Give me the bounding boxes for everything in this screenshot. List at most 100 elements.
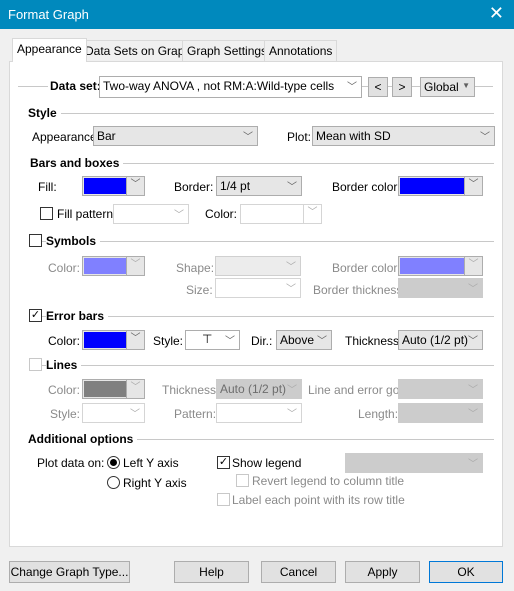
length-label: Length:: [358, 407, 399, 421]
border-thickness-label: Border thickness:: [313, 283, 406, 297]
line-error-select[interactable]: ﹀: [398, 379, 483, 399]
appearance-select[interactable]: Bar ﹀: [93, 126, 258, 146]
error-bars-header: Error bars: [46, 309, 109, 323]
border-label: Border:: [174, 180, 214, 194]
chevron-down-icon: ﹀: [468, 459, 478, 470]
appearance-panel: Data set: Two-way ANOVA , not RM:A:Wild-…: [9, 61, 503, 547]
dir-value: Above: [280, 333, 315, 347]
chevron-down-icon: ﹀: [130, 409, 140, 420]
caret-down-icon: ▼: [462, 81, 470, 90]
symbols-border-color-picker[interactable]: ﹀: [398, 256, 483, 276]
help-button[interactable]: Help: [174, 561, 249, 583]
tab-annotations[interactable]: Annotations: [264, 40, 338, 61]
fill-pattern-select[interactable]: ﹀: [113, 204, 189, 224]
lines-color-label: Color:: [48, 383, 81, 397]
scope-select[interactable]: Global ▼: [420, 77, 475, 97]
pattern-color-picker[interactable]: ﹀: [240, 204, 322, 224]
lines-header: Lines: [46, 358, 82, 372]
tab-graph-settings[interactable]: Graph Settings: [182, 40, 273, 61]
style-header: Style: [28, 106, 61, 120]
label-point-checkbox[interactable]: [217, 493, 230, 506]
shape-select[interactable]: ﹀: [215, 256, 301, 276]
chevron-down-icon: ﹀: [347, 82, 357, 93]
error-bars-checkbox[interactable]: ✓: [29, 309, 42, 322]
border-thickness-select[interactable]: ﹀: [398, 278, 483, 298]
chevron-down-icon: ﹀: [317, 336, 327, 347]
plot-select[interactable]: Mean with SD ﹀: [312, 126, 495, 146]
lines-color-swatch: [84, 381, 126, 397]
dir-select[interactable]: Above ﹀: [276, 330, 332, 350]
pattern-select[interactable]: ﹀: [216, 403, 302, 423]
prev-dataset-button[interactable]: <: [368, 77, 388, 97]
dataset-label: Data set:: [50, 79, 101, 93]
fill-color-picker[interactable]: ﹀: [82, 176, 145, 196]
symbols-color-swatch: [84, 258, 126, 274]
pattern-label: Pattern:: [174, 407, 217, 421]
apply-button[interactable]: Apply: [345, 561, 420, 583]
revert-legend-checkbox[interactable]: [236, 474, 249, 487]
border-color-label: Border color:: [332, 180, 401, 194]
border-color-swatch: [400, 178, 464, 194]
symbols-checkbox[interactable]: [29, 234, 42, 247]
size-select[interactable]: ﹀: [215, 278, 301, 298]
tab-data-sets[interactable]: Data Sets on Graph: [80, 40, 197, 61]
border-color-picker[interactable]: ﹀: [398, 176, 483, 196]
error-style-glyph: ⊤: [202, 332, 213, 346]
left-axis-radio[interactable]: [107, 456, 120, 469]
error-color-picker[interactable]: ﹀: [82, 330, 145, 350]
window-title: Format Graph: [8, 7, 89, 22]
ok-button[interactable]: OK: [429, 561, 503, 583]
change-graph-type-button[interactable]: Change Graph Type...: [9, 561, 130, 583]
chevron-down-icon: ﹀: [287, 409, 297, 420]
length-select[interactable]: ﹀: [398, 403, 483, 423]
close-icon[interactable]: ✕: [489, 4, 504, 22]
chevron-down-icon: ﹀: [468, 284, 478, 295]
symbols-color-picker[interactable]: ﹀: [82, 256, 145, 276]
revert-legend-label: Revert legend to column title: [252, 474, 405, 488]
lines-color-picker[interactable]: ﹀: [82, 379, 145, 399]
thickness-select[interactable]: Auto (1/2 pt) ﹀: [398, 330, 483, 350]
fill-pattern-checkbox[interactable]: [40, 207, 53, 220]
lines-thickness-value: Auto (1/2 pt): [220, 382, 287, 396]
appearance-label: Appearance:: [32, 130, 101, 144]
left-axis-label: Left Y axis: [123, 456, 179, 470]
error-color-label: Color:: [48, 334, 81, 348]
cancel-button[interactable]: Cancel: [261, 561, 336, 583]
lines-style-select[interactable]: ﹀: [82, 403, 145, 423]
border-value: 1/4 pt: [220, 179, 251, 193]
scope-value: Global: [424, 80, 459, 94]
plot-label: Plot:: [287, 130, 312, 144]
next-dataset-button[interactable]: >: [392, 77, 412, 97]
symbols-border-color-label: Border color:: [332, 261, 401, 275]
additional-header: Additional options: [28, 432, 138, 446]
chevron-down-icon: ﹀: [464, 257, 482, 275]
legend-select[interactable]: ﹀: [345, 453, 483, 473]
error-style-select[interactable]: ⊤ ﹀: [185, 330, 240, 350]
right-axis-label: Right Y axis: [123, 476, 187, 490]
chevron-down-icon: ﹀: [303, 205, 321, 223]
lines-thickness-label: Thickness:: [162, 383, 220, 397]
chevron-down-icon: ﹀: [126, 331, 144, 349]
fill-label: Fill:: [38, 180, 57, 194]
show-legend-label: Show legend: [232, 456, 302, 470]
chevron-down-icon: ﹀: [126, 257, 144, 275]
lines-checkbox[interactable]: [29, 358, 42, 371]
dir-label: Dir.:: [251, 334, 273, 348]
chevron-down-icon: ﹀: [464, 177, 482, 195]
lines-thickness-select[interactable]: Auto (1/2 pt) ﹀: [216, 379, 302, 399]
appearance-value: Bar: [97, 129, 116, 143]
border-select[interactable]: 1/4 pt ﹀: [216, 176, 302, 196]
right-axis-radio[interactable]: [107, 476, 120, 489]
fill-pattern-label: Fill pattern: [57, 207, 114, 221]
show-legend-checkbox[interactable]: ✓: [217, 456, 230, 469]
symbols-border-color-swatch: [400, 258, 464, 274]
error-style-label: Style:: [153, 334, 184, 348]
fill-color-swatch: [84, 178, 126, 194]
tab-appearance[interactable]: Appearance: [12, 38, 87, 62]
size-label: Size:: [186, 283, 213, 297]
title-bar: Format Graph ✕: [0, 0, 514, 29]
lines-style-label: Style:: [50, 407, 81, 421]
symbols-color-label: Color:: [48, 261, 81, 275]
dataset-select[interactable]: Two-way ANOVA , not RM:A:Wild-type cells…: [99, 76, 362, 98]
chevron-down-icon: ﹀: [287, 385, 297, 396]
